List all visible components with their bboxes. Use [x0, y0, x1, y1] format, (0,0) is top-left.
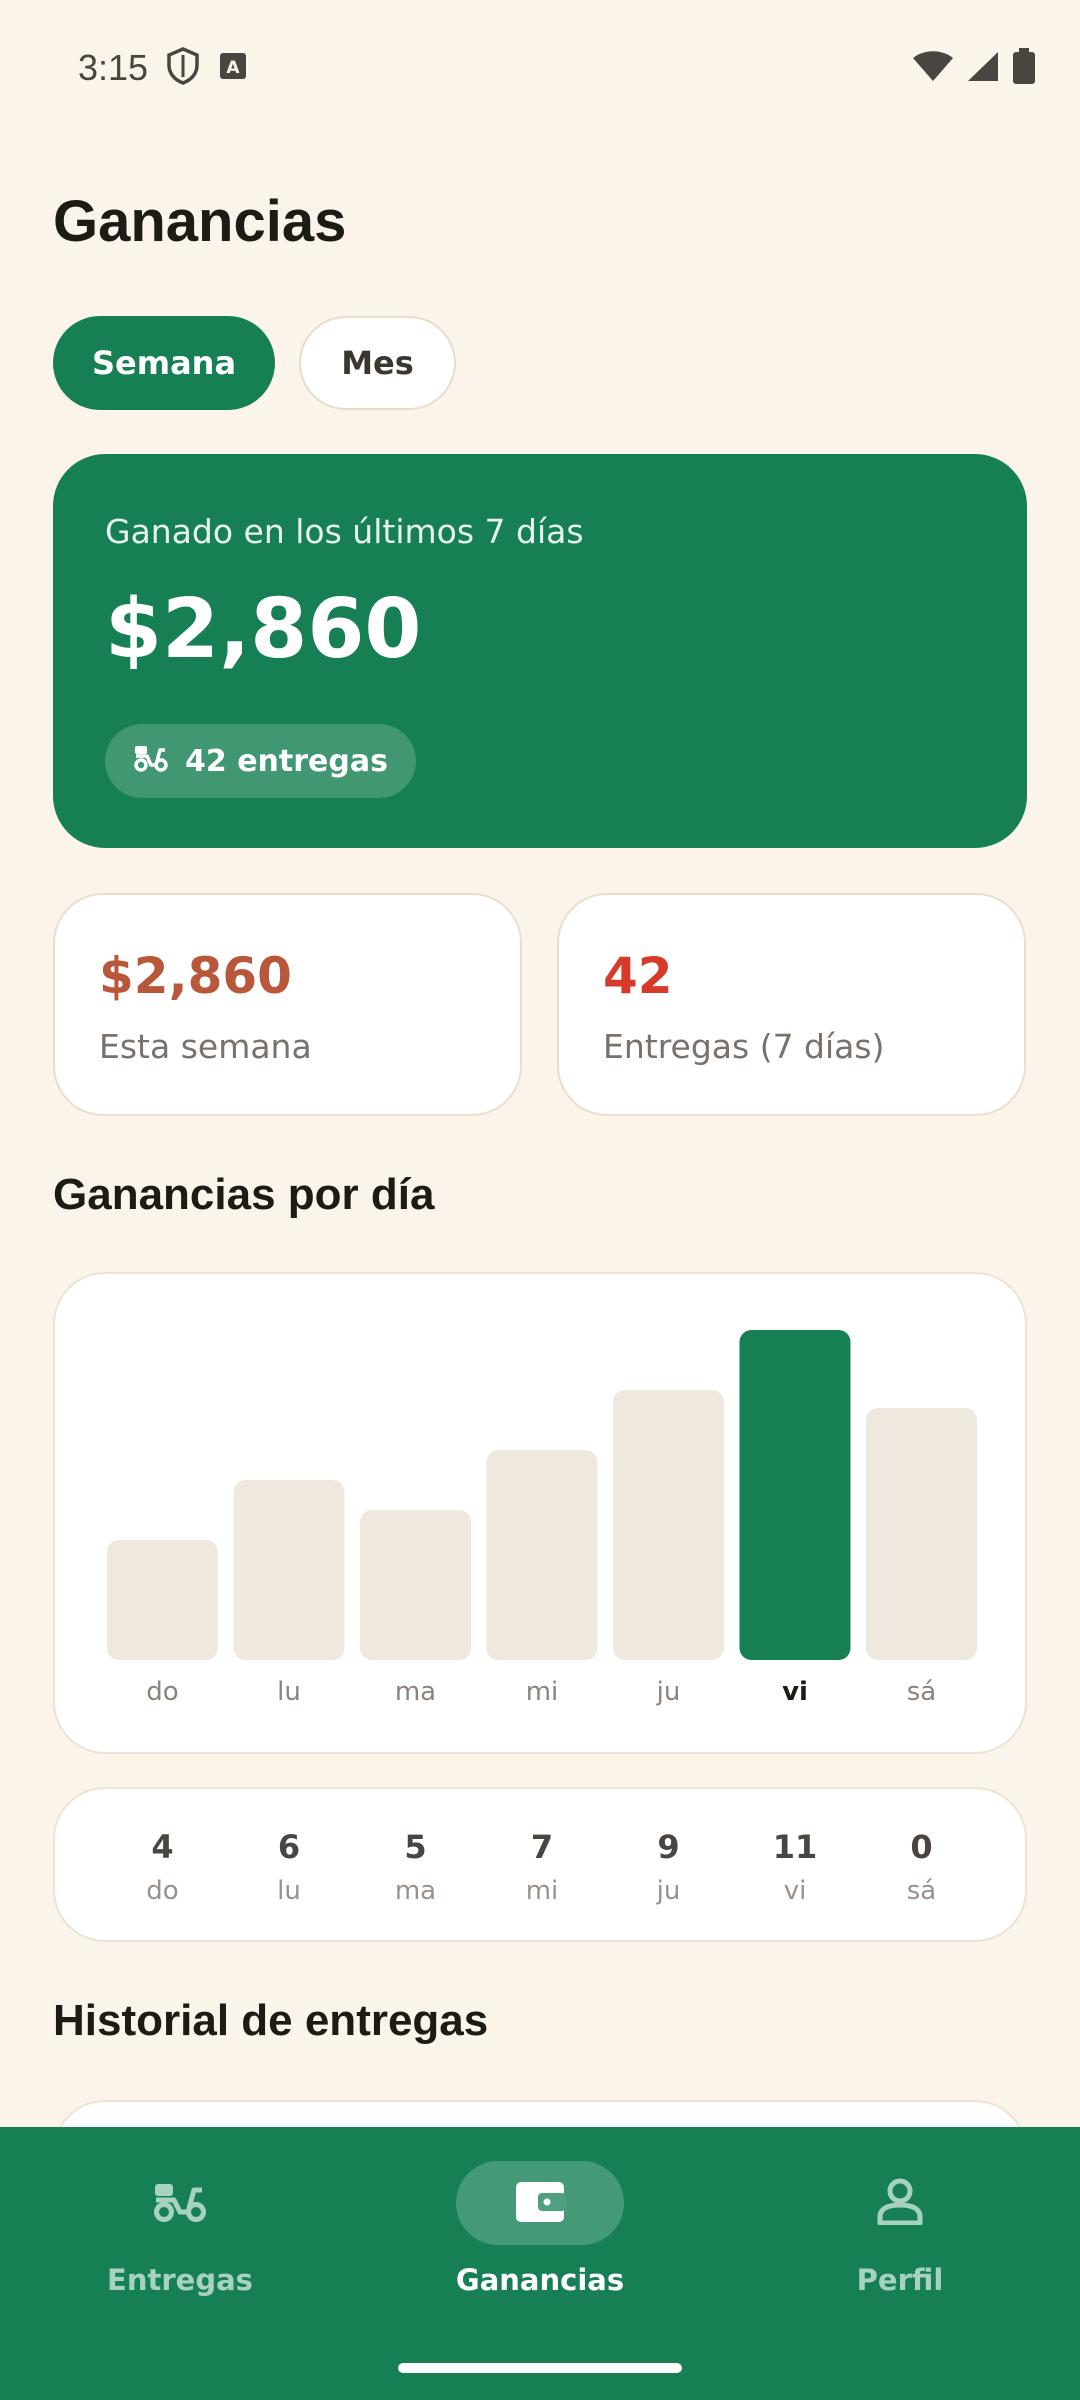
daily-count-value: 6 [277, 1827, 301, 1866]
bottom-nav: Entregas Ganancias Perfil [0, 2127, 1080, 2400]
daily-count-day: mi [525, 1875, 559, 1906]
nav-label: Entregas [107, 2263, 253, 2297]
page-title: Ganancias [53, 189, 347, 254]
bar-chart: do lu ma mi ju vi sá [107, 1330, 977, 1707]
period-tabs: Semana Mes [53, 316, 456, 410]
tab-semana[interactable]: Semana [53, 316, 275, 410]
svg-text:A: A [226, 58, 240, 78]
daily-count-day: ju [656, 1875, 681, 1906]
stat-value: 42 [603, 947, 673, 1005]
daily-count-day: lu [277, 1875, 301, 1906]
signal-icon [966, 50, 1000, 86]
home-indicator [398, 2363, 682, 2373]
daily-count-day: do [146, 1875, 179, 1906]
daily-count-value: 0 [910, 1827, 933, 1866]
daily-earnings-chart: do lu ma mi ju vi sá [53, 1272, 1027, 1754]
deliveries-badge: 42 entregas [105, 724, 416, 798]
chart-bar-sá [866, 1408, 977, 1660]
daily-count-value: 7 [530, 1827, 554, 1866]
status-time: 3:15 [78, 46, 149, 88]
nav-label: Ganancias [455, 2263, 625, 2297]
stat-label: Esta semana [99, 1027, 312, 1066]
chart-tick-label: ju [656, 1677, 681, 1707]
daily-earnings-title: Ganancias por día [53, 1170, 435, 1219]
history-title: Historial de entregas [53, 1996, 489, 2045]
tab-mes[interactable]: Mes [299, 316, 456, 410]
nav-icon-container [456, 2161, 624, 2245]
chart-tick-label: vi [782, 1677, 808, 1707]
stat-card-deliveries: 42 Entregas (7 días) [557, 893, 1026, 1116]
daily-count-value: 11 [772, 1827, 818, 1866]
scooter-icon [133, 742, 169, 780]
stat-label: Entregas (7 días) [603, 1027, 885, 1066]
battery-icon [1012, 47, 1036, 88]
person-icon [877, 2177, 923, 2229]
status-bar: 3:15 A [0, 0, 1080, 135]
daily-count-ju: 9 ju [613, 1789, 724, 1944]
deliveries-badge-label: 42 entregas [185, 743, 388, 779]
nav-label: Perfil [856, 2263, 944, 2297]
daily-count-vi: 11 vi [740, 1789, 851, 1944]
daily-count-ma: 5 ma [360, 1789, 471, 1944]
shield-icon [166, 46, 200, 89]
chart-bar-ju [613, 1390, 724, 1660]
chart-tick-label: lu [277, 1677, 301, 1707]
daily-count-do: 4 do [107, 1789, 218, 1944]
chart-bar-vi [739, 1330, 851, 1660]
nav-item-ganancias[interactable]: Ganancias [390, 2161, 690, 2331]
status-left: 3:15 A [78, 47, 248, 89]
daily-counts-card: 4 do 6 lu 5 ma 7 mi 9 ju 11 vi 0 sá [53, 1787, 1027, 1942]
nav-icon-container [816, 2161, 984, 2245]
stat-value: $2,860 [99, 947, 292, 1005]
nav-icon-container [96, 2161, 264, 2245]
chart-tick-label: sá [907, 1677, 936, 1707]
stat-card-week-earnings: $2,860 Esta semana [53, 893, 522, 1116]
chart-bar-mi [486, 1450, 598, 1660]
wifi-icon [912, 50, 954, 86]
summary-amount: $2,860 [105, 582, 422, 677]
daily-count-value: 5 [404, 1827, 427, 1866]
wallet-icon [514, 2178, 566, 2228]
daily-count-day: vi [783, 1875, 807, 1906]
nav-item-perfil[interactable]: Perfil [750, 2161, 1050, 2331]
chart-bar-do [107, 1540, 218, 1660]
daily-count-day: ma [394, 1875, 437, 1906]
daily-count-value: 4 [151, 1827, 174, 1866]
daily-count-mi: 7 mi [487, 1789, 598, 1944]
nav-item-entregas[interactable]: Entregas [30, 2161, 330, 2331]
summary-caption: Ganado en los últimos 7 días [105, 512, 584, 551]
daily-count-lu: 6 lu [234, 1789, 345, 1944]
chart-bar-lu [233, 1480, 345, 1660]
scooter-icon [152, 2178, 208, 2228]
chart-tick-label: do [146, 1677, 178, 1707]
chart-tick-label: mi [526, 1677, 559, 1707]
daily-count-day: sá [906, 1875, 937, 1906]
daily-count-sá: 0 sá [866, 1789, 977, 1944]
keyboard-a-icon: A [218, 51, 248, 85]
daily-count-value: 9 [657, 1827, 680, 1866]
chart-tick-label: ma [395, 1677, 436, 1707]
earnings-summary-card: Ganado en los últimos 7 días $2,860 42 e… [53, 454, 1027, 848]
chart-bar-ma [360, 1510, 471, 1660]
status-right [912, 47, 1036, 88]
